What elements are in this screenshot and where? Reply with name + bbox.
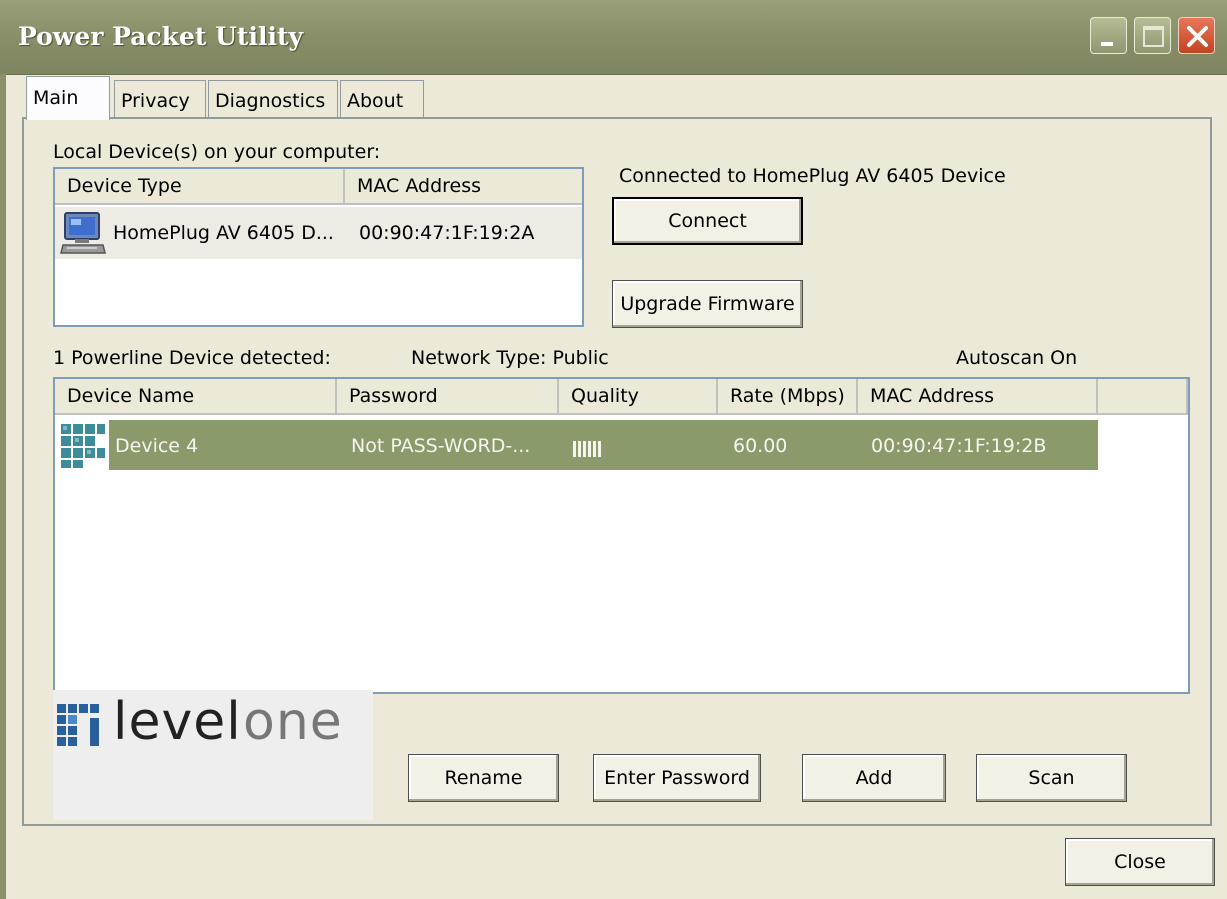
column-header-label: Device Type	[67, 175, 182, 197]
window-title: Power Packet Utility	[18, 22, 304, 51]
minimize-button[interactable]	[1090, 17, 1127, 54]
tab-main[interactable]: Main	[26, 76, 110, 120]
column-header-label: Device Name	[67, 385, 195, 407]
maximize-icon	[1143, 26, 1164, 47]
close-window-button[interactable]	[1178, 17, 1215, 54]
maximize-button[interactable]	[1134, 17, 1171, 54]
column-header-device-name[interactable]: Device Name	[55, 379, 337, 415]
tab-privacy-label: Privacy	[121, 90, 190, 112]
powerline-device-icon	[57, 420, 107, 470]
quality-bar	[583, 441, 586, 457]
local-device-mac: 00:90:47:1F:19:2A	[359, 222, 535, 244]
local-devices-list[interactable]: Device Type MAC Address HomePlug AV 6405…	[53, 167, 584, 327]
tab-privacy[interactable]: Privacy	[114, 80, 206, 118]
column-header-empty	[1098, 379, 1188, 415]
quality-bars-indicator	[573, 440, 613, 462]
table-row[interactable]: HomePlug AV 6405 D... 00:90:47:1F:19:2A	[55, 207, 582, 259]
column-header-rate[interactable]: Rate (Mbps)	[718, 379, 858, 415]
computer-icon	[59, 209, 107, 262]
logo-text-one: one	[243, 692, 343, 752]
quality-bar	[593, 441, 596, 457]
powerline-devices-list[interactable]: Device Name Password Quality Rate (Mbps)…	[53, 377, 1190, 694]
tab-about-label: About	[347, 90, 404, 112]
network-type-text: Network Type: Public	[411, 347, 609, 369]
tab-diagnostics-label: Diagnostics	[215, 90, 326, 112]
column-header-label: Password	[349, 385, 438, 407]
table-row[interactable]: Device 4 Not PASS-WORD-... 60.00 00:90:4…	[57, 420, 1098, 470]
quality-bar	[588, 441, 591, 457]
mac-address-cell: 00:90:47:1F:19:2B	[871, 435, 1047, 457]
password-cell: Not PASS-WORD-...	[351, 435, 531, 457]
rate-cell: 60.00	[733, 435, 788, 457]
close-button[interactable]: Close	[1065, 838, 1215, 886]
enter-password-button[interactable]: Enter Password	[593, 754, 761, 802]
powerline-detected-text: 1 Powerline Device detected:	[53, 347, 331, 369]
minimize-icon	[1101, 42, 1113, 46]
rename-button[interactable]: Rename	[408, 754, 559, 802]
column-header-label: Rate (Mbps)	[730, 385, 845, 407]
application-window: Power Packet Utility Main Privacy Diagno…	[0, 0, 1227, 899]
local-device-type: HomePlug AV 6405 D...	[113, 222, 334, 244]
column-header-password[interactable]: Password	[337, 379, 559, 415]
column-header-device-type[interactable]: Device Type	[55, 169, 345, 205]
upgrade-firmware-button[interactable]: Upgrade Firmware	[612, 280, 803, 328]
connected-status-text: Connected to HomePlug AV 6405 Device	[619, 165, 1006, 187]
column-header-quality[interactable]: Quality	[559, 379, 718, 415]
quality-bar	[598, 441, 601, 457]
window-frame-left	[0, 74, 6, 899]
levelone-logo: level one	[53, 690, 373, 820]
quality-bar	[578, 441, 581, 457]
connect-button[interactable]: Connect	[612, 197, 803, 245]
column-header-mac-address[interactable]: MAC Address	[345, 169, 582, 205]
tab-diagnostics[interactable]: Diagnostics	[208, 80, 338, 118]
quality-bar	[573, 441, 576, 457]
scan-button[interactable]: Scan	[976, 754, 1127, 802]
column-header-label: MAC Address	[870, 385, 995, 407]
local-devices-heading: Local Device(s) on your computer:	[53, 141, 381, 163]
logo-text-level: level	[113, 692, 242, 752]
add-button[interactable]: Add	[802, 754, 946, 802]
column-header-mac-address[interactable]: MAC Address	[858, 379, 1098, 415]
levelone-logo-icon	[57, 704, 105, 753]
tab-main-label: Main	[33, 87, 79, 109]
column-header-label: Quality	[571, 385, 639, 407]
column-header-label: MAC Address	[357, 175, 482, 197]
autoscan-status-text: Autoscan On	[956, 347, 1078, 369]
device-name-cell: Device 4	[115, 435, 199, 457]
close-icon	[1187, 26, 1208, 47]
tab-about[interactable]: About	[340, 80, 424, 118]
